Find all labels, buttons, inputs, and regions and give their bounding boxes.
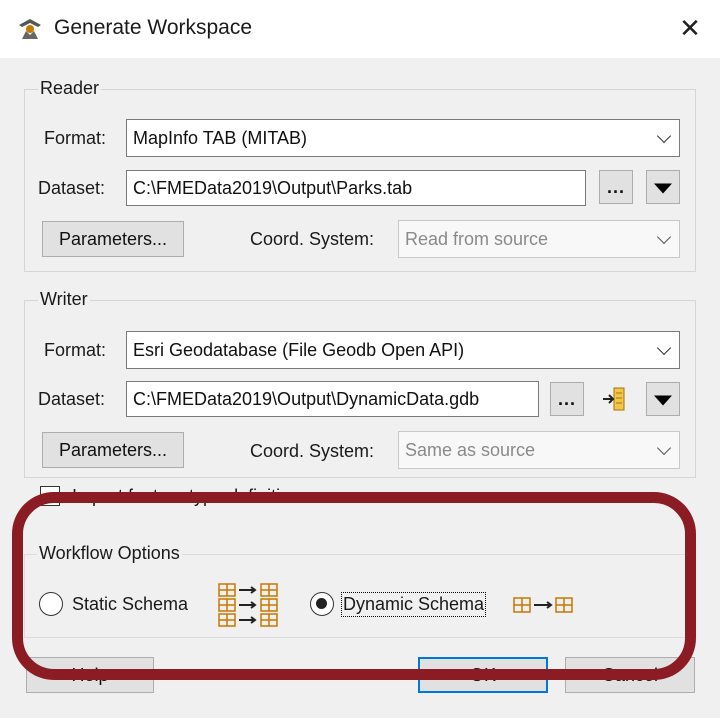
- reader-parameters-button[interactable]: Parameters...: [42, 221, 184, 257]
- writer-format-select[interactable]: Esri Geodatabase (File Geodb Open API): [126, 331, 680, 369]
- dynamic-schema-label[interactable]: Dynamic Schema: [340, 592, 487, 617]
- window-title: Generate Workspace: [54, 16, 253, 39]
- writer-format-label: Format:: [44, 340, 107, 360]
- chevron-down-icon: [656, 340, 672, 356]
- writer-coord-select[interactable]: Same as source: [398, 431, 680, 469]
- reader-group-label: Reader: [38, 78, 102, 99]
- writer-parameters-button[interactable]: Parameters...: [42, 432, 184, 468]
- title-bar: Generate Workspace ✕: [0, 0, 720, 58]
- dynamic-schema-radio[interactable]: [310, 592, 334, 616]
- writer-coord-value: Same as source: [405, 439, 536, 460]
- reader-coord-value: Read from source: [405, 228, 549, 249]
- close-icon[interactable]: ✕: [668, 8, 712, 48]
- reader-coord-label: Coord. System:: [250, 229, 375, 249]
- reader-browse-button[interactable]: ...: [599, 170, 633, 204]
- static-schema-radio[interactable]: [39, 592, 63, 616]
- import-definitions-checkbox[interactable]: [40, 486, 60, 506]
- reader-format-select[interactable]: MapInfo TAB (MITAB): [126, 119, 680, 157]
- writer-browse-button[interactable]: ...: [550, 382, 584, 416]
- writer-dataset-label: Dataset:: [38, 389, 106, 409]
- help-button[interactable]: Help: [26, 657, 154, 693]
- chevron-down-icon: [656, 440, 672, 456]
- reader-format-value: MapInfo TAB (MITAB): [133, 127, 308, 148]
- writer-geodb-select-button[interactable]: [597, 382, 633, 416]
- static-schema-icon: [218, 583, 278, 627]
- geodatabase-select-icon: [603, 387, 625, 411]
- fme-app-icon: [19, 19, 41, 39]
- reader-format-label: Format:: [44, 128, 107, 148]
- reader-coord-select[interactable]: Read from source: [398, 220, 680, 258]
- reader-dataset-dropdown-button[interactable]: [646, 170, 680, 204]
- writer-coord-label: Coord. System:: [250, 441, 375, 461]
- dynamic-schema-icon: [513, 597, 573, 613]
- ok-button[interactable]: OK: [418, 657, 548, 693]
- reader-dataset-input[interactable]: C:\FMEData2019\Output\Parks.tab: [126, 170, 586, 206]
- chevron-down-icon: [656, 128, 672, 144]
- triangle-down-icon: [654, 395, 672, 406]
- static-schema-label[interactable]: Static Schema: [72, 594, 188, 615]
- writer-format-value: Esri Geodatabase (File Geodb Open API): [133, 339, 465, 360]
- workflow-options-label: Workflow Options: [37, 543, 182, 564]
- triangle-down-icon: [654, 183, 672, 194]
- writer-dataset-value: C:\FMEData2019\Output\DynamicData.gdb: [133, 388, 480, 409]
- reader-dataset-value: C:\FMEData2019\Output\Parks.tab: [133, 177, 413, 198]
- chevron-down-icon: [656, 229, 672, 245]
- writer-group-label: Writer: [38, 289, 90, 310]
- import-definitions-label: Import feature type definitions: [72, 486, 310, 506]
- reader-dataset-label: Dataset:: [38, 178, 106, 198]
- cancel-button[interactable]: Cancel: [565, 657, 695, 693]
- writer-dataset-dropdown-button[interactable]: [646, 382, 680, 416]
- writer-dataset-input[interactable]: C:\FMEData2019\Output\DynamicData.gdb: [126, 381, 539, 417]
